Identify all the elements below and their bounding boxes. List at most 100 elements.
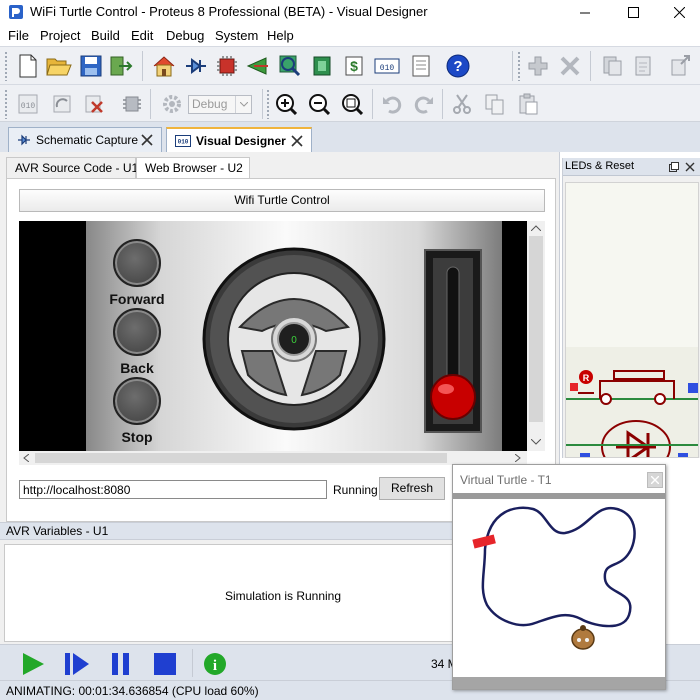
export-sheet-button[interactable]	[666, 52, 694, 80]
step-icon	[65, 653, 89, 675]
build-project-button[interactable]: 010	[14, 90, 42, 118]
animation-status: ANIMATING: 00:01:34.636854 (CPU load 60%…	[6, 684, 259, 698]
forward-button[interactable]	[113, 239, 161, 287]
menu-file[interactable]: File	[8, 28, 29, 43]
virtual-turtle-window[interactable]: Virtual Turtle - T1	[452, 464, 666, 690]
scroll-down-icon[interactable]	[531, 439, 541, 445]
home-button[interactable]	[150, 52, 178, 80]
stop-label: Stop	[121, 429, 153, 445]
menu-edit[interactable]: Edit	[131, 28, 153, 43]
virtual-turtle-close-button[interactable]	[647, 472, 663, 488]
settings-button[interactable]	[158, 90, 186, 118]
scroll-left-icon[interactable]	[23, 454, 29, 462]
home-icon	[153, 56, 175, 77]
tab-schematic-capture[interactable]: Schematic Capture	[8, 127, 162, 152]
stop-button[interactable]	[113, 377, 161, 425]
build-config-select[interactable]: Debug	[188, 95, 252, 114]
new-file-icon	[19, 54, 37, 78]
open-button[interactable]	[45, 52, 73, 80]
tab-web-browser[interactable]: Web Browser - U2	[136, 157, 250, 179]
menu-system[interactable]: System	[215, 28, 258, 43]
stop-button[interactable]	[152, 651, 178, 677]
back-button[interactable]	[113, 308, 161, 356]
toolbar-separator	[512, 51, 513, 81]
refresh-button[interactable]: Refresh	[379, 477, 445, 500]
close-icon[interactable]	[291, 135, 303, 147]
copy-sheet-button[interactable]	[598, 52, 626, 80]
virtual-turtle-titlebar[interactable]: Virtual Turtle - T1	[453, 465, 665, 493]
toolbar-grip[interactable]	[517, 51, 521, 81]
back-label: Back	[120, 360, 154, 376]
clean-project-button[interactable]	[80, 90, 108, 118]
throttle-knob[interactable]	[430, 374, 476, 420]
menu-build[interactable]: Build	[91, 28, 120, 43]
pcb-layout-button[interactable]	[213, 52, 241, 80]
debug-toolbar: 010 Debug	[0, 84, 700, 122]
redo-button[interactable]	[410, 90, 438, 118]
rebuild-project-button[interactable]	[48, 90, 76, 118]
step-button[interactable]	[64, 651, 90, 677]
chip-icon	[217, 56, 237, 76]
project-notes-button[interactable]	[407, 52, 435, 80]
steering-wheel[interactable]: 0	[200, 245, 388, 433]
minimize-button[interactable]	[562, 0, 608, 24]
play-button[interactable]	[20, 651, 46, 677]
add-sheet-button[interactable]	[524, 52, 552, 80]
close-project-icon	[110, 56, 133, 76]
vertical-scroll-thumb[interactable]	[529, 236, 543, 422]
turtle-control-panel: Forward Back Stop 0	[86, 221, 502, 451]
save-button[interactable]	[77, 52, 105, 80]
source-code-button[interactable]: 010	[373, 52, 401, 80]
close-icon[interactable]	[685, 162, 695, 172]
toolbar-grip[interactable]	[4, 89, 8, 119]
zoom-in-button[interactable]	[272, 90, 300, 118]
menu-debug[interactable]: Debug	[166, 28, 204, 43]
horizontal-scrollbar[interactable]	[19, 451, 527, 465]
toolbar-grip[interactable]	[266, 89, 270, 119]
chip-settings-button[interactable]	[118, 90, 146, 118]
paste-sheet-icon	[635, 56, 651, 76]
remove-sheet-button[interactable]	[556, 52, 584, 80]
maximize-button[interactable]	[610, 0, 656, 24]
tab-avr-source-code[interactable]: AVR Source Code - U1	[6, 157, 139, 179]
undo-button[interactable]	[378, 90, 406, 118]
main-toolbar: $ 010 ?	[0, 46, 700, 84]
subtab-label: AVR Source Code - U1	[15, 161, 139, 175]
close-project-button[interactable]	[107, 52, 135, 80]
paste-sheet-button[interactable]	[630, 52, 658, 80]
scroll-right-icon[interactable]	[515, 454, 521, 462]
new-button[interactable]	[14, 52, 42, 80]
pause-button[interactable]	[108, 651, 134, 677]
bill-of-materials-button[interactable]: $	[340, 52, 368, 80]
menu-help[interactable]: Help	[267, 28, 294, 43]
close-icon[interactable]	[141, 134, 153, 146]
gerber-viewer-button[interactable]	[276, 52, 304, 80]
web-page-title: Wifi Turtle Control	[19, 189, 545, 212]
url-input[interactable]	[19, 480, 327, 499]
paste-button[interactable]	[514, 90, 542, 118]
vertical-scrollbar[interactable]	[527, 221, 545, 451]
toolbar-grip[interactable]	[4, 51, 8, 81]
info-button[interactable]: i	[202, 651, 228, 677]
web-view: Forward Back Stop 0	[19, 221, 527, 451]
menu-project[interactable]: Project	[40, 28, 80, 43]
tab-visual-designer[interactable]: 010 Visual Designer	[166, 127, 312, 152]
float-panel-icon[interactable]	[669, 162, 679, 172]
cut-button[interactable]	[448, 90, 476, 118]
zoom-in-icon	[276, 94, 297, 115]
zoom-area-icon	[342, 94, 363, 115]
copy-button[interactable]	[481, 90, 509, 118]
close-window-button[interactable]	[656, 0, 700, 24]
gear-icon	[163, 95, 181, 113]
zoom-area-button[interactable]	[338, 90, 366, 118]
forward-label: Forward	[109, 291, 165, 307]
zoom-out-button[interactable]	[305, 90, 333, 118]
help-button[interactable]: ?	[444, 52, 472, 80]
visualizer-button[interactable]	[244, 52, 272, 80]
design-explorer-button[interactable]	[308, 52, 336, 80]
schematic-capture-button[interactable]	[182, 52, 210, 80]
scroll-up-icon[interactable]	[531, 225, 541, 231]
throttle-slider[interactable]	[424, 249, 482, 433]
horizontal-scroll-thumb[interactable]	[35, 453, 447, 463]
close-icon	[673, 6, 685, 18]
